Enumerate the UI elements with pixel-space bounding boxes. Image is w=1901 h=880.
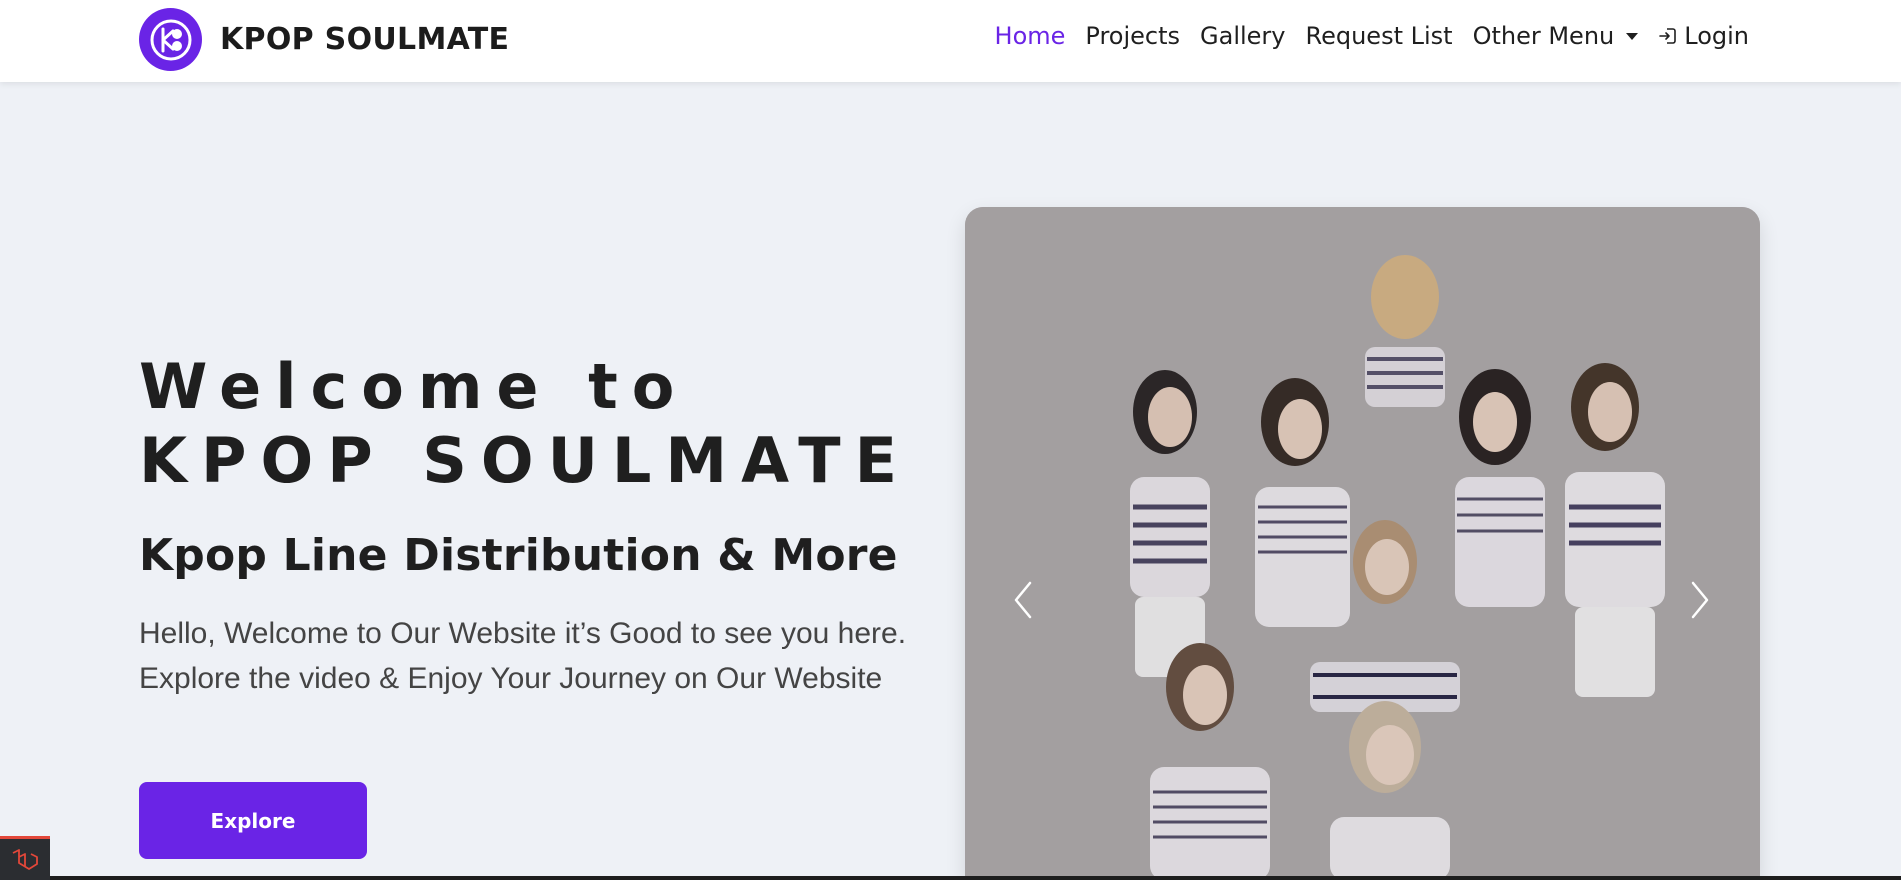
hero-carousel[interactable] — [965, 207, 1760, 880]
brand-name[interactable]: KPOP SOULMATE — [220, 22, 509, 57]
hero-title: Welcome to KPOP SOULMATE — [139, 350, 919, 498]
nav-login-label: Login — [1684, 22, 1749, 50]
chevron-left-icon — [1014, 581, 1032, 619]
bottom-bar — [0, 876, 1901, 880]
hero-description: Hello, Welcome to Our Website it’s Good … — [139, 617, 907, 695]
nav-gallery[interactable]: Gallery — [1200, 22, 1285, 50]
laravel-debug-badge[interactable] — [0, 836, 50, 880]
hero-title-line1: Welcome to — [139, 350, 689, 423]
caret-down-icon — [1626, 32, 1639, 40]
hero-text: Welcome to KPOP SOULMATE Kpop Line Distr… — [139, 350, 919, 701]
brand-logo-icon[interactable] — [139, 8, 202, 71]
explore-button[interactable]: Explore — [139, 782, 367, 859]
hero-subtitle: Kpop Line Distribution & More — [139, 530, 898, 581]
chevron-right-icon — [1691, 581, 1709, 619]
carousel-next-button[interactable] — [1680, 575, 1720, 625]
login-icon — [1658, 26, 1678, 46]
nav-other-menu-label: Other Menu — [1472, 22, 1615, 50]
main-nav: Home Projects Gallery Request List Other… — [975, 22, 1749, 50]
nav-projects[interactable]: Projects — [1085, 22, 1180, 50]
hero-title-line2: KPOP SOULMATE — [139, 424, 911, 497]
nav-request-list[interactable]: Request List — [1306, 22, 1453, 50]
laravel-icon — [12, 848, 38, 870]
group-photo-image — [965, 207, 1760, 880]
carousel-prev-button[interactable] — [1003, 575, 1043, 625]
nav-other-menu-dropdown[interactable]: Other Menu — [1473, 22, 1639, 50]
nav-login[interactable]: Login — [1658, 22, 1749, 50]
navbar: KPOP SOULMATE Home Projects Gallery Requ… — [0, 0, 1901, 82]
nav-home[interactable]: Home — [995, 22, 1066, 50]
brand[interactable]: KPOP SOULMATE — [139, 8, 509, 71]
